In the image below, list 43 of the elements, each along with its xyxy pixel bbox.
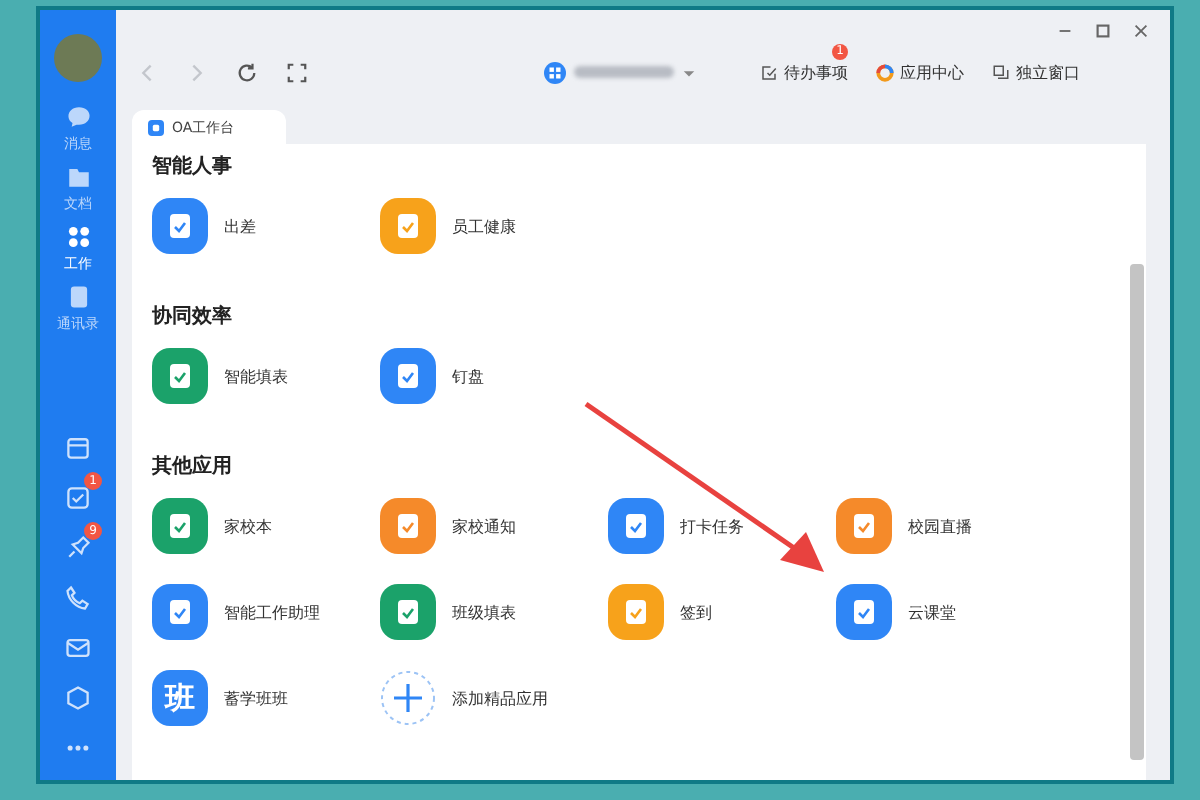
section-title: 其他应用 — [152, 452, 234, 480]
app-item[interactable]: 添加精品应用 — [380, 670, 548, 726]
app-icon: 班 — [152, 670, 208, 726]
app-item[interactable]: 班 蓄学班班 — [152, 670, 288, 726]
scrollbar-thumb[interactable] — [1130, 264, 1144, 760]
grid-icon — [65, 224, 91, 250]
close-icon[interactable] — [1132, 22, 1150, 40]
app-item[interactable]: 家校通知 — [380, 498, 516, 554]
fullscreen-icon[interactable] — [286, 61, 308, 83]
window-icon — [992, 63, 1010, 81]
folder-icon — [65, 164, 91, 190]
section-title: 智能人事 — [152, 153, 234, 180]
calendar-icon[interactable] — [64, 434, 92, 462]
app-item[interactable]: 钉盘 — [380, 348, 484, 404]
refresh-icon[interactable] — [236, 61, 258, 83]
maximize-icon[interactable] — [1094, 22, 1112, 40]
checklist-icon — [760, 63, 778, 81]
contacts-icon — [65, 284, 91, 310]
square-icon — [148, 119, 164, 135]
app-item[interactable]: 班级填表 — [380, 584, 516, 640]
app-item[interactable]: 家校本 — [152, 498, 272, 554]
chat-bubble-icon — [65, 104, 91, 130]
app-item[interactable]: 云课堂 — [836, 584, 956, 640]
section-title: 协同效率 — [152, 302, 234, 330]
mail-icon[interactable] — [64, 634, 92, 662]
app-item[interactable]: 员工健康 — [380, 198, 516, 254]
app-item[interactable]: 智能工作助理 — [152, 584, 320, 640]
app-item[interactable]: 打卡任务 — [608, 498, 744, 554]
ring-icon — [876, 63, 894, 81]
org-icon[interactable] — [544, 61, 566, 83]
add-icon — [380, 670, 436, 726]
app-item[interactable]: 校园直播 — [836, 498, 972, 554]
app-item[interactable]: 智能填表 — [152, 348, 288, 404]
toolbar-button[interactable]: 应用中心 — [876, 61, 964, 83]
pin-icon[interactable] — [64, 534, 92, 562]
toolbar-button[interactable]: 待办事项 — [760, 61, 848, 83]
toolbar-button[interactable]: 独立窗口 — [992, 61, 1080, 83]
app-item[interactable]: 签到 — [608, 584, 712, 640]
phone-icon[interactable] — [64, 584, 92, 612]
caret-icon[interactable] — [682, 65, 696, 79]
hexagon-icon[interactable] — [64, 684, 92, 712]
app-item[interactable]: 出差 — [152, 198, 256, 254]
checkbox-icon[interactable] — [64, 484, 92, 512]
